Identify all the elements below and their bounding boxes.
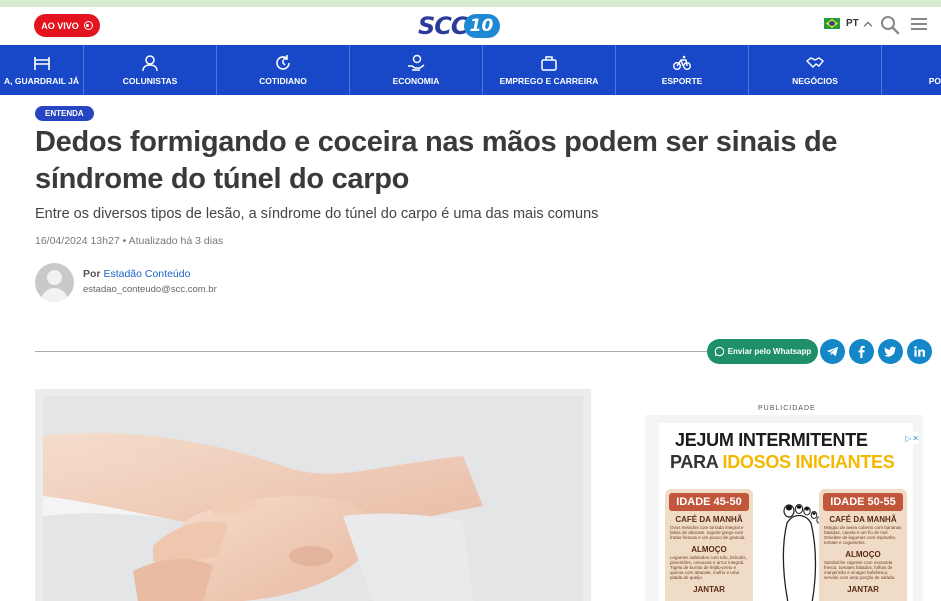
ad-card-text: Ovos mexidos com torrada integral e fati… [670,525,746,540]
linkedin-share-button[interactable] [907,339,932,364]
search-button[interactable] [880,15,900,35]
ad-card-section: CAFÉ DA MANHÃ [829,515,897,524]
brazil-flag-icon [824,18,840,29]
logo-text: SCC [418,12,469,40]
nav-item-label: ESPORTE [661,76,703,86]
facebook-icon [858,345,865,358]
ad-creative[interactable]: JEJUM INTERMITENTE PARA IDOSOS INICIANTE… [659,423,919,601]
ad-card-title: IDADE 45-50 [669,493,749,511]
ad-choices-button[interactable]: ▷ ✕ [905,432,919,444]
whatsapp-share-label: Enviar pelo Whatsapp [727,347,812,356]
telegram-share-button[interactable] [820,339,845,364]
search-icon [881,16,900,35]
article-dateline: 16/04/2024 13h27 • Atualizado há 3 dias [35,235,224,247]
nav-item-negocios[interactable]: NEGÓCIOS [749,45,882,95]
nav-item-economia[interactable]: ECONOMIA [350,45,483,95]
nav-item-label: EMPREGO E CARREIRA [499,76,599,86]
ad-headline-2-highlight: IDOSOS INICIANTES [722,452,895,472]
nav-item-label: COTIDIANO [259,76,307,86]
ad-card-section: JANTAR [693,585,725,594]
handshake-icon [806,57,824,68]
whatsapp-icon [714,346,724,357]
chevron-up-icon [863,21,873,30]
ad-info-icon: ▷ [905,433,912,443]
language-selector[interactable]: PT [824,18,873,30]
nav-item-cotidiano[interactable]: COTIDIANO [217,45,350,95]
browser-top-strip [0,0,941,7]
language-label: PT [846,18,859,29]
linkedin-icon [914,346,925,357]
article-title: Dedos formigando e coceira nas mãos pode… [35,126,838,195]
ad-card-title: IDADE 50-55 [823,493,903,511]
whatsapp-share-button[interactable]: Enviar pelo Whatsapp [707,339,818,364]
live-button[interactable]: AO VIVO [34,14,100,37]
main-nav: A, GUARDRAIL JÁ COLUNISTAS COTIDIANO ECO… [0,45,941,95]
guardrail-icon [33,57,50,70]
ad-headline-2-a: PARA [670,452,723,472]
nav-item-label: A, GUARDRAIL JÁ [4,76,79,86]
ad-card-section: JANTAR [847,585,879,594]
ad-headline-1: JEJUM INTERMITENTE [675,430,868,450]
live-label: AO VIVO [41,20,79,31]
logo-badge: 10 [463,14,500,38]
foot-illustration [777,503,822,601]
nav-item-emprego[interactable]: EMPREGO E CARREIRA [483,45,616,95]
nav-item-label: COLUNISTAS [122,76,178,86]
ad-card-left: IDADE 45-50 CAFÉ DA MANHÃ Ovos mexidos c… [665,489,753,601]
ad-card-section: ALMOÇO [845,550,881,559]
author-prefix: Por [83,268,101,280]
refresh-clock-icon [276,55,290,70]
ad-card-right: IDADE 50-55 CAFÉ DA MANHÃ Mingau de avei… [819,489,907,601]
telegram-icon [826,346,839,357]
category-tag[interactable]: ENTENDA [35,106,94,121]
nav-item-label: ECONOMIA [392,76,440,86]
ad-card-text: Sanduíche caprese com mozarela fresca, t… [824,560,896,580]
article-subtitle: Entre os diversos tipos de lesão, a sínd… [35,206,599,222]
close-icon: ✕ [912,433,919,443]
ad-card-text: Legumes salteados com tofu, brócolis, pi… [670,555,747,580]
nav-item-label: PO [928,76,941,86]
twitter-share-button[interactable] [878,339,903,364]
author-avatar [35,263,74,302]
author-email: estadao_conteudo@scc.com.br [83,284,217,295]
nav-item-partial[interactable]: PO [882,45,941,95]
author-byline: Por Estadão Conteúdo [83,268,190,280]
nav-item-guardrail[interactable]: A, GUARDRAIL JÁ [0,45,84,95]
user-icon [142,55,158,72]
advertisement[interactable]: JEJUM INTERMITENTE PARA IDOSOS INICIANTE… [645,415,923,601]
ad-card-text: Mingau de aveia coberto com bananas fati… [824,525,902,545]
ad-card-section: ALMOÇO [691,545,727,554]
nav-item-label: NEGÓCIOS [792,76,838,86]
bicycle-icon [673,55,691,70]
ad-headline-2: PARA IDOSOS INICIANTES [670,452,895,473]
facebook-share-button[interactable] [849,339,874,364]
live-record-icon [83,21,93,30]
nav-item-colunistas[interactable]: COLUNISTAS [84,45,217,95]
author-name-link[interactable]: Estadão Conteúdo [103,268,190,280]
ad-label: PUBLICIDADE [758,405,816,412]
money-hand-icon [408,54,425,71]
menu-icon[interactable] [911,16,927,32]
site-logo[interactable]: SCC 10 [418,11,500,41]
site-header: AO VIVO SCC 10 PT [0,7,941,45]
briefcase-icon [541,56,557,71]
twitter-icon [884,346,897,357]
nav-item-esporte[interactable]: ESPORTE [616,45,749,95]
article-hands-photo [43,396,583,601]
ad-card-section: CAFÉ DA MANHÃ [675,515,743,524]
share-divider [35,351,710,352]
